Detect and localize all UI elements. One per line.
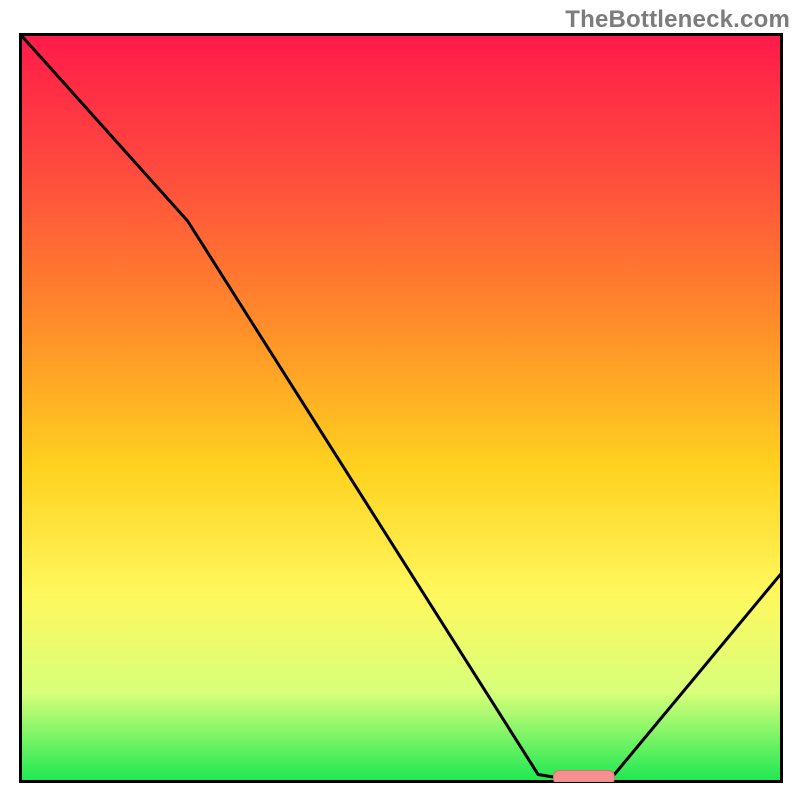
plot-background	[20, 34, 782, 782]
bottleneck-chart	[0, 0, 800, 800]
